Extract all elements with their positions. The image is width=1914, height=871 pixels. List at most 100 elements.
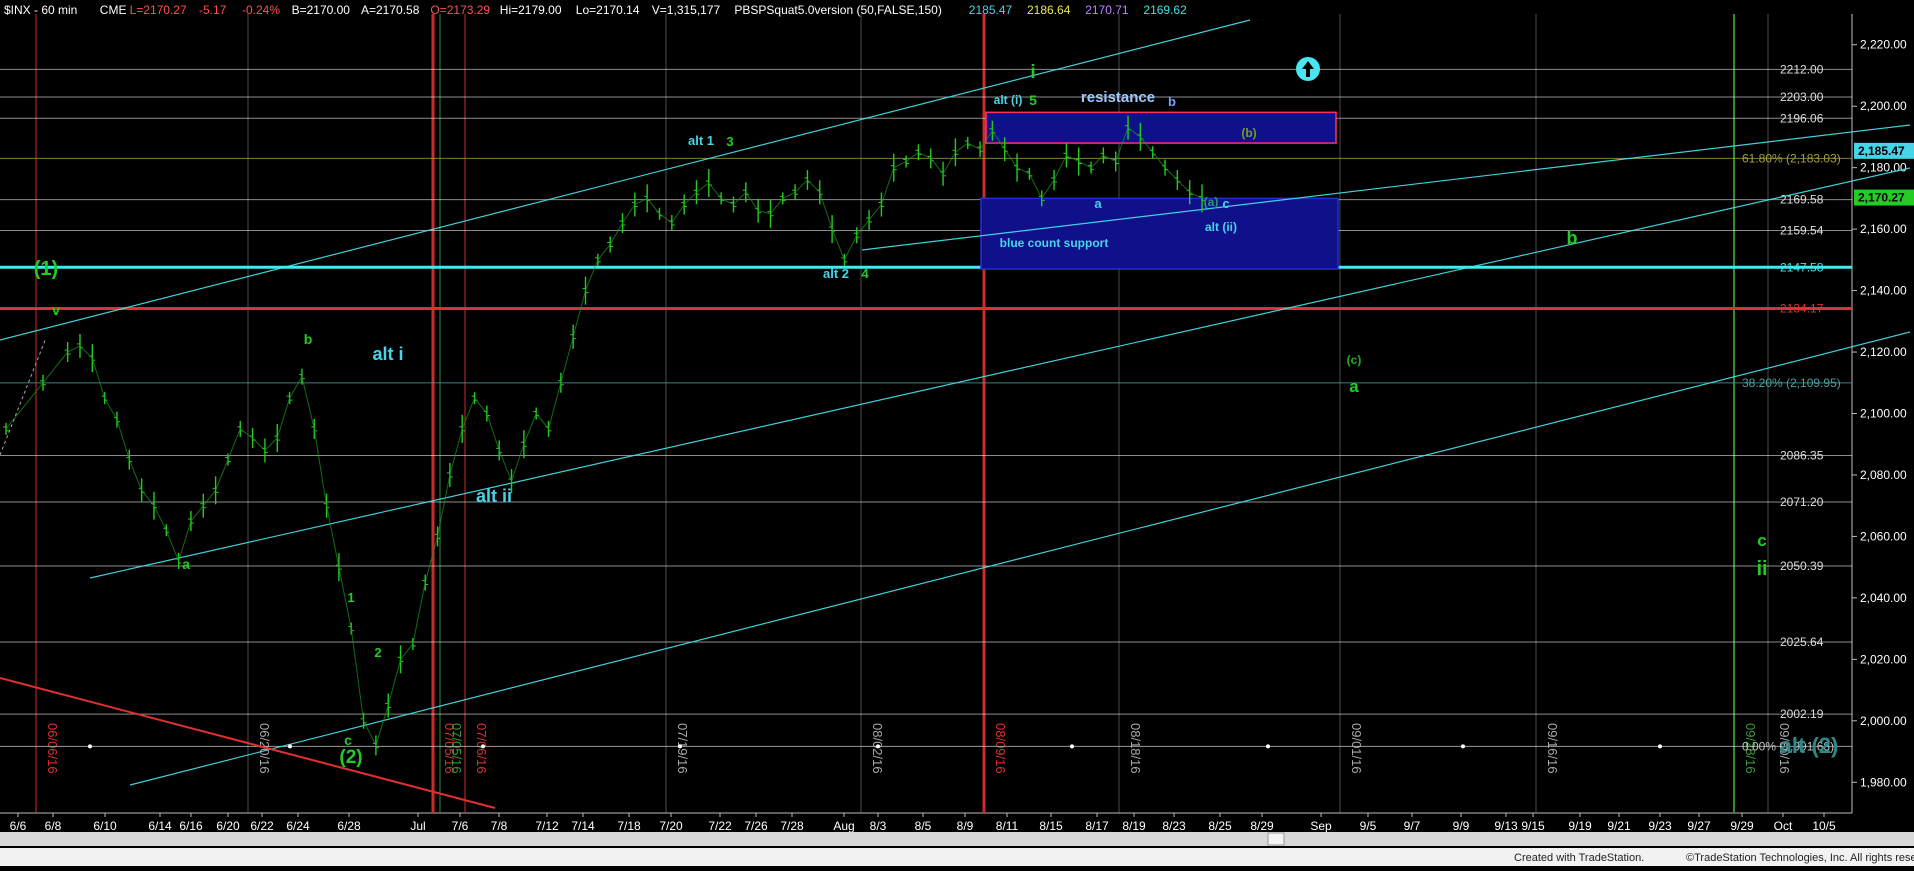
price-axis-label: 2,140.00: [1860, 284, 1907, 298]
price-axis-label: 2,220.00: [1860, 38, 1907, 52]
header-field: A=2170.58: [361, 3, 420, 17]
marker-dot: [1266, 744, 1270, 749]
price-chart[interactable]: 1,980.00 2,000.00 2,020.00 2,040.00 2,060.00…: [0, 0, 1914, 866]
horizontal-scrollbar[interactable]: [0, 832, 1914, 846]
marker-dot: [1461, 744, 1465, 749]
wave-label: 4: [861, 266, 869, 281]
date-axis-label: 8/29: [1250, 819, 1274, 833]
price-axis-label: 2,000.00: [1860, 714, 1907, 728]
date-axis-label: 8/23: [1162, 819, 1186, 833]
price-level-label: 2050.39: [1780, 559, 1824, 573]
price-level-label: 2147.58: [1780, 260, 1824, 274]
header-field: -0.24%: [242, 3, 280, 17]
date-axis-label: 8/5: [915, 819, 932, 833]
wave-label: (c): [1347, 353, 1362, 367]
footer-created: Created with TradeStation.: [1514, 852, 1644, 864]
wave-label: c: [344, 732, 352, 748]
header-field: CME: [100, 3, 127, 17]
date-line-label: 07/06/16: [474, 723, 489, 774]
header-field: L=2170.27: [130, 3, 187, 17]
wave-label: (2): [339, 747, 362, 768]
chart-root: 1,980.00 2,000.00 2,020.00 2,040.00 2,060.00…: [0, 0, 1914, 866]
header-field: Lo=2170.14: [576, 3, 640, 17]
date-axis-label: 7/26: [744, 819, 768, 833]
wave-label: c: [1222, 196, 1229, 211]
price-level-label: 2071.20: [1780, 495, 1824, 509]
date-axis-label: 9/29: [1730, 819, 1754, 833]
price-level-label: 2169.58: [1780, 193, 1824, 207]
fib-level-label: 38.20% (2,109.95): [1742, 376, 1841, 390]
price-level-label: 2203.00: [1780, 90, 1824, 104]
price-level-label: 2196.06: [1780, 111, 1824, 125]
price-axis-label: 1,980.00: [1860, 775, 1907, 789]
wave-label: alt (2): [1780, 733, 1839, 758]
price-level-label: 2086.35: [1780, 448, 1824, 462]
date-axis-label: 8/17: [1085, 819, 1109, 833]
marker-dot: [481, 744, 485, 749]
header-field: -5.17: [199, 3, 227, 17]
date-axis-label: 7/28: [780, 819, 804, 833]
date-axis-label: 6/28: [337, 819, 361, 833]
wave-label: ii: [1756, 558, 1767, 580]
wave-label: 2: [374, 645, 381, 660]
date-line-label: 06/06/16: [45, 723, 60, 774]
wave-label: blue count support: [1000, 236, 1109, 250]
header-field: B=2170.00: [292, 3, 351, 17]
scrollbar-thumb[interactable]: [1267, 832, 1285, 846]
date-line-label: 08/18/16: [1128, 723, 1143, 774]
date-axis-label: 6/8: [45, 819, 62, 833]
date-axis-label: 8/19: [1122, 819, 1146, 833]
date-line-label: 09/01/16: [1349, 723, 1364, 774]
marker-dot: [678, 744, 682, 749]
last-price-tag-label: 2,170.27: [1858, 191, 1905, 205]
price-level-label: 2002.19: [1780, 707, 1824, 721]
indicator-value: 2186.64: [1027, 3, 1071, 17]
date-axis-label: 8/9: [957, 819, 974, 833]
date-axis-label: Oct: [1774, 819, 1793, 833]
date-axis-label: 6/6: [10, 819, 27, 833]
date-axis-label: 7/18: [617, 819, 641, 833]
date-axis-label: 9/15: [1521, 819, 1545, 833]
price-axis-label: 2,200.00: [1860, 99, 1907, 113]
marker-dot: [1070, 744, 1074, 749]
date-axis-label: 9/9: [1453, 819, 1470, 833]
date-axis-label: 7/22: [708, 819, 732, 833]
wave-label: alt 2: [823, 266, 849, 281]
wave-label: c: [1757, 531, 1766, 550]
wave-label: 5: [1029, 92, 1037, 108]
marker-dot: [288, 744, 292, 749]
price-axis-label: 2,040.00: [1860, 591, 1907, 605]
price-axis-label: 2,100.00: [1860, 407, 1907, 421]
date-line-label: 07/05/16: [449, 723, 464, 774]
date-line-label: 09/16/16: [1545, 723, 1560, 774]
date-axis-label: 7/12: [535, 819, 559, 833]
date-axis-label: 8/11: [996, 819, 1019, 833]
date-line-label: 07/19/16: [675, 723, 690, 774]
price-level-label: 2025.64: [1780, 635, 1824, 649]
header-field: V=1,315,177: [652, 3, 721, 17]
wave-label: a: [1094, 196, 1102, 211]
date-axis-label: 9/21: [1607, 819, 1631, 833]
wave-label: alt (i): [994, 93, 1023, 107]
header-field: $INX - 60 min: [4, 3, 77, 17]
date-axis-label: 8/25: [1208, 819, 1232, 833]
price-axis-label: 2,020.00: [1860, 652, 1907, 666]
date-axis-label: 9/5: [1360, 819, 1377, 833]
indicator-value: 2185.47: [969, 3, 1013, 17]
wave-label: a: [182, 556, 190, 572]
wave-label: i: [1030, 62, 1035, 83]
date-axis-label: 8/3: [870, 819, 887, 833]
date-axis-label: 9/7: [1404, 819, 1421, 833]
marker-dot: [88, 744, 92, 749]
fib-level-label: 61.80% (2,183.03): [1742, 151, 1841, 165]
date-axis-label: 6/22: [250, 819, 274, 833]
price-axis-label: 2,120.00: [1860, 345, 1907, 359]
price-level-label: 2159.54: [1780, 224, 1824, 238]
date-axis-label: Jul: [410, 819, 425, 833]
indicator-value: 2169.62: [1143, 3, 1187, 17]
header-field: Hi=2179.00: [500, 3, 562, 17]
date-axis-label: 10/5: [1812, 819, 1836, 833]
date-axis-label: 9/27: [1687, 819, 1711, 833]
wave-label: alt (ii): [1205, 220, 1237, 234]
chart-background: [0, 0, 1914, 866]
